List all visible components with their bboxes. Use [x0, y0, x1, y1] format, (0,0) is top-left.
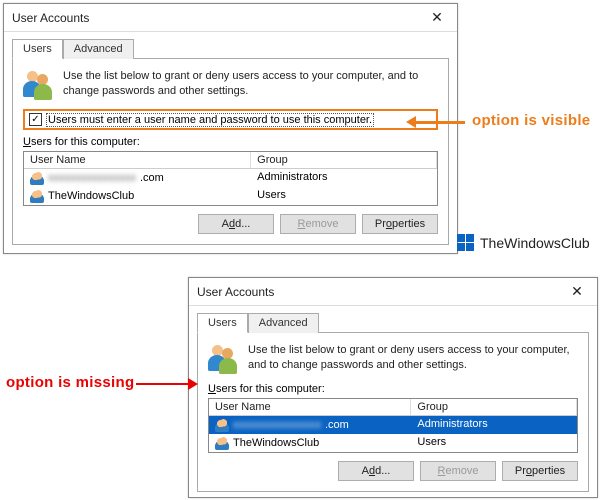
- user-icon: [30, 189, 44, 203]
- tab-body-users: Use the list below to grant or deny user…: [197, 332, 589, 492]
- tab-advanced[interactable]: Advanced: [248, 313, 319, 333]
- user-icon: [215, 418, 229, 432]
- checkbox-icon[interactable]: ✓: [29, 113, 42, 126]
- info-row: Use the list below to grant or deny user…: [208, 343, 578, 375]
- require-password-label: Users must enter a user name and passwor…: [47, 114, 373, 126]
- tab-strip: Users Advanced: [12, 38, 449, 58]
- annotation-visible: option is visible: [472, 112, 590, 129]
- col-group-header[interactable]: Group: [411, 399, 577, 415]
- list-header: User Name Group: [24, 152, 437, 169]
- user-group: Administrators: [411, 416, 577, 434]
- titlebar: User Accounts ✕: [4, 4, 457, 32]
- user-group: Users: [411, 434, 577, 452]
- col-username-header[interactable]: User Name: [24, 152, 251, 168]
- tab-users[interactable]: Users: [197, 313, 248, 333]
- logo-icon: [457, 234, 474, 251]
- list-row[interactable]: TheWindowsClub Users: [24, 187, 437, 205]
- list-row[interactable]: xxxxxxxxxxxxxxxx .com Administrators: [24, 169, 437, 187]
- user-name: TheWindowsClub: [48, 190, 134, 202]
- user-suffix: .com: [325, 419, 349, 431]
- users-list-label: Users for this computer:: [23, 136, 438, 148]
- user-group: Administrators: [251, 169, 437, 187]
- titlebar: User Accounts ✕: [189, 278, 597, 306]
- user-name: TheWindowsClub: [233, 437, 319, 449]
- users-list-label: Users for this computer:: [208, 383, 578, 395]
- list-row[interactable]: xxxxxxxxxxxxxxxx .com Administrators: [209, 416, 577, 434]
- user-accounts-dialog-visible: User Accounts ✕ Users Advanced Use the l…: [3, 3, 458, 254]
- window-title: User Accounts: [12, 11, 417, 25]
- properties-button[interactable]: Properties: [502, 461, 578, 481]
- users-icon: [23, 69, 55, 101]
- window-title: User Accounts: [197, 285, 557, 299]
- remove-button: Remove: [280, 214, 356, 234]
- button-row: Add... Remove Properties: [23, 214, 438, 234]
- add-button[interactable]: Add...: [198, 214, 274, 234]
- info-row: Use the list below to grant or deny user…: [23, 69, 438, 101]
- close-icon[interactable]: ✕: [557, 278, 597, 306]
- close-icon[interactable]: ✕: [417, 4, 457, 32]
- col-username-header[interactable]: User Name: [209, 399, 411, 415]
- annotation-arrow-orange: [410, 121, 465, 124]
- user-group: Users: [251, 187, 437, 205]
- user-obscured: xxxxxxxxxxxxxxxx: [233, 419, 321, 431]
- users-icon: [208, 343, 240, 375]
- tab-advanced[interactable]: Advanced: [63, 39, 134, 59]
- remove-button: Remove: [420, 461, 496, 481]
- tab-strip: Users Advanced: [197, 312, 589, 332]
- annotation-arrow-red: [136, 383, 194, 385]
- properties-button[interactable]: Properties: [362, 214, 438, 234]
- require-password-row[interactable]: ✓ Users must enter a user name and passw…: [23, 109, 438, 130]
- users-listbox[interactable]: User Name Group xxxxxxxxxxxxxxxx .com Adm…: [23, 151, 438, 206]
- button-row: Add... Remove Properties: [208, 461, 578, 481]
- user-suffix: .com: [140, 172, 164, 184]
- watermark: TheWindowsClub: [457, 234, 590, 251]
- tab-users[interactable]: Users: [12, 39, 63, 59]
- watermark-text: TheWindowsClub: [480, 235, 590, 251]
- user-accounts-dialog-missing: User Accounts ✕ Users Advanced Use the l…: [188, 277, 598, 498]
- user-icon: [215, 436, 229, 450]
- col-group-header[interactable]: Group: [251, 152, 437, 168]
- info-text: Use the list below to grant or deny user…: [63, 69, 438, 99]
- info-text: Use the list below to grant or deny user…: [248, 343, 578, 373]
- user-icon: [30, 171, 44, 185]
- users-listbox[interactable]: User Name Group xxxxxxxxxxxxxxxx .com Adm…: [208, 398, 578, 453]
- user-obscured: xxxxxxxxxxxxxxxx: [48, 172, 136, 184]
- annotation-missing: option is missing: [6, 374, 134, 391]
- tab-body-users: Use the list below to grant or deny user…: [12, 58, 449, 245]
- list-header: User Name Group: [209, 399, 577, 416]
- add-button[interactable]: Add...: [338, 461, 414, 481]
- list-row[interactable]: TheWindowsClub Users: [209, 434, 577, 452]
